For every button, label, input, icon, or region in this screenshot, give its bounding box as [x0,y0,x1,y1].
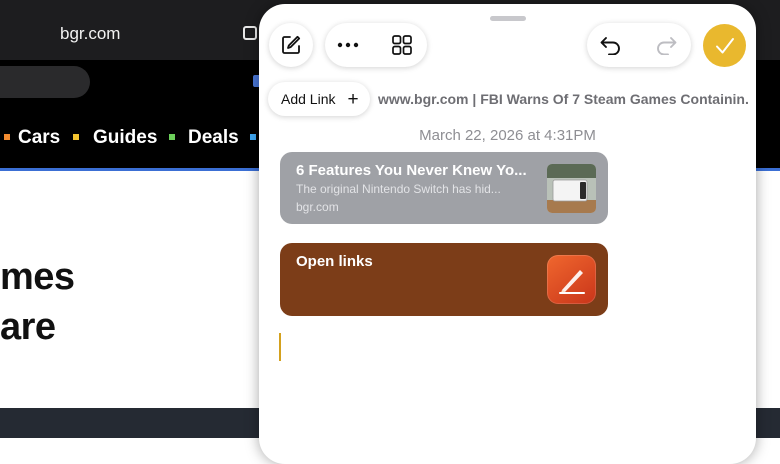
nav-bullet-icon [250,134,256,140]
redo-icon [657,37,677,55]
grid-icon [392,35,412,55]
pages-app-icon [547,255,596,304]
panel-grabber[interactable] [490,16,526,21]
tabs-icon[interactable] [243,26,257,40]
nav-bullet-icon [4,134,10,140]
linked-page-title: www.bgr.com | FBI Warns Of 7 Steam Games… [378,91,748,107]
link-preview-card[interactable]: 6 Features You Never Knew Yo... The orig… [280,152,608,224]
more-button[interactable] [330,23,366,67]
gallery-button[interactable] [384,23,420,67]
new-note-button[interactable] [269,23,313,67]
ellipsis-icon [337,42,359,48]
redo-button[interactable] [647,23,685,67]
plus-icon: + [347,88,359,110]
text-insertion-cursor [279,333,281,361]
undo-icon [600,37,620,55]
nav-item-cars[interactable]: Cars [18,127,60,149]
nav-bullet-icon [73,134,79,140]
add-link-label: Add Link [281,91,336,107]
link-card-description: The original Nintendo Switch has hid... [296,182,501,196]
address-bar-url[interactable]: bgr.com [60,24,120,44]
note-timestamp: March 22, 2026 at 4:31PM [419,127,596,144]
done-button[interactable] [703,24,746,67]
article-headline-line-1: mes [0,256,75,298]
link-card-domain: bgr.com [296,200,339,214]
nav-item-deals[interactable]: Deals [188,127,239,149]
add-link-button[interactable]: Add Link + [268,82,370,116]
compose-icon [282,35,301,54]
article-headline-line-2: are [0,306,56,348]
shortcut-card[interactable]: Open links [280,243,608,316]
site-search-field[interactable] [0,66,90,98]
undo-button[interactable] [592,23,630,67]
checkmark-icon [715,37,734,53]
nav-item-guides[interactable]: Guides [93,127,157,149]
shortcut-card-title: Open links [296,253,373,270]
link-card-thumbnail [547,164,596,213]
quick-note-panel [259,4,756,464]
nav-bullet-icon [169,134,175,140]
link-card-title: 6 Features You Never Knew Yo... [296,162,527,179]
